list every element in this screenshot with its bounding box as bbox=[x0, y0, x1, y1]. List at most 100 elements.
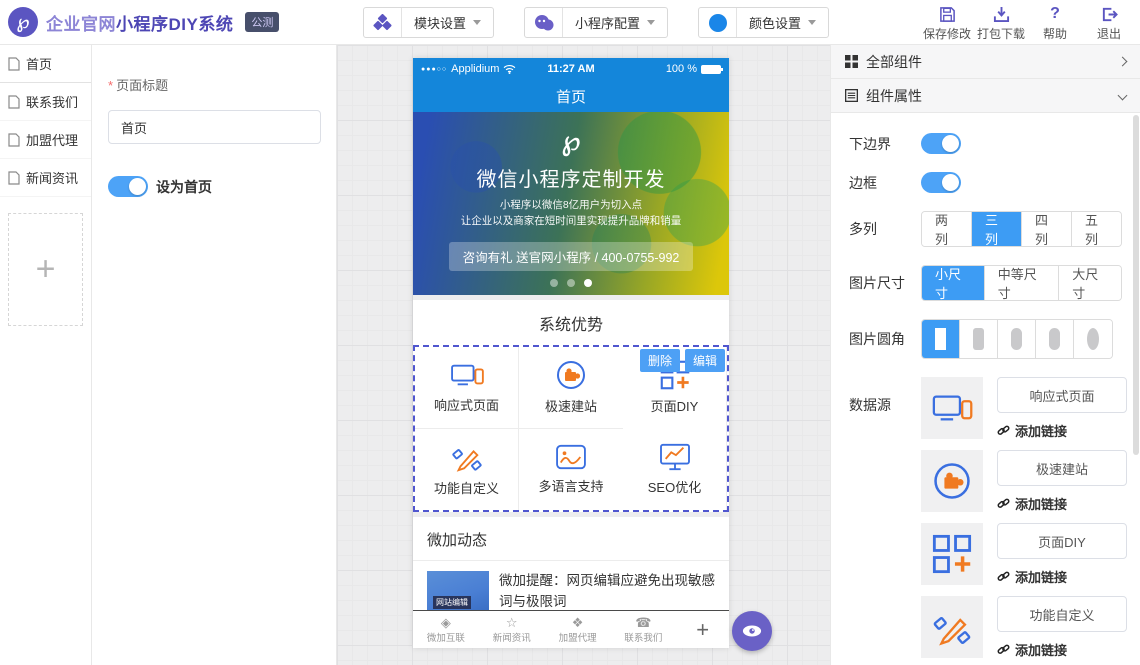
dropdown-label: 模块设置 bbox=[414, 13, 466, 32]
pages-sidebar: 首页 联系我们 加盟代理 新闻资讯 + bbox=[0, 45, 92, 665]
size-option-small[interactable]: 小尺寸 bbox=[922, 266, 985, 300]
radius-option-3[interactable] bbox=[1036, 320, 1074, 358]
plus-icon: + bbox=[36, 250, 56, 289]
battery-icon bbox=[701, 65, 721, 74]
phone-nav-bar[interactable]: 首页 bbox=[413, 80, 729, 112]
columns-option-5[interactable]: 五列 bbox=[1072, 212, 1121, 246]
exit-icon bbox=[1101, 5, 1118, 23]
wifi-icon bbox=[503, 64, 516, 74]
component-props-header[interactable]: 组件属性 bbox=[831, 79, 1140, 113]
page-diy-icon bbox=[921, 523, 983, 585]
banner-component[interactable]: ℘ 微信小程序定制开发 小程序以微信8亿用户为切入点 让企业以及商家在短时间里实… bbox=[413, 112, 729, 295]
tab-add-button[interactable]: + bbox=[676, 617, 729, 643]
chevron-down-icon bbox=[647, 20, 655, 25]
border-label: 边框 bbox=[849, 173, 921, 193]
chevron-down-icon bbox=[808, 20, 816, 25]
responsive-icon bbox=[449, 361, 485, 389]
grid-item-speed-build[interactable]: 极速建站 bbox=[519, 347, 623, 429]
app-logo-icon: ℘ bbox=[8, 7, 38, 37]
advantages-grid-component-selected[interactable]: 删除 编辑 响应式页面 极速建站 页面DIY 功能自定义 bbox=[413, 345, 729, 512]
download-button[interactable]: 打包下载 bbox=[974, 5, 1028, 42]
columns-option-4[interactable]: 四列 bbox=[1022, 212, 1072, 246]
color-settings-dropdown[interactable]: 颜色设置 bbox=[698, 7, 829, 38]
panel-scrollbar[interactable] bbox=[1133, 115, 1139, 455]
tab-agency[interactable]: ❖ 加盟代理 bbox=[545, 616, 611, 644]
columns-option-2[interactable]: 两列 bbox=[922, 212, 972, 246]
sidebar-item-contact[interactable]: 联系我们 bbox=[0, 83, 91, 121]
data-source-title-input[interactable] bbox=[997, 523, 1127, 559]
advantages-title[interactable]: 系统优势 bbox=[413, 300, 729, 345]
bottom-border-toggle[interactable] bbox=[921, 133, 961, 154]
add-link-button[interactable]: 添加链接 bbox=[997, 567, 1127, 586]
design-canvas[interactable]: ●●●○○ Applidium 11:27 AM 100 % 首页 ℘ 微信小程… bbox=[337, 45, 830, 665]
radius-option-4[interactable] bbox=[1074, 320, 1112, 358]
size-option-medium[interactable]: 中等尺寸 bbox=[985, 266, 1060, 300]
custom-func-icon bbox=[921, 596, 983, 658]
page-icon bbox=[8, 171, 20, 185]
add-page-button[interactable]: + bbox=[8, 213, 83, 326]
link-icon bbox=[997, 570, 1010, 583]
grid-item-custom-func[interactable]: 功能自定义 bbox=[415, 429, 519, 511]
list-icon bbox=[845, 89, 858, 102]
app-header: ℘ 企业官网小程序DIY系统 公测 模块设置 小程序配置 颜色设置 bbox=[0, 0, 1140, 45]
data-source-title-input[interactable] bbox=[997, 596, 1127, 632]
radius-option-2[interactable] bbox=[998, 320, 1036, 358]
data-source-row: 添加链接 bbox=[921, 450, 1127, 513]
star-icon: ☆ bbox=[506, 616, 518, 629]
radius-option-1[interactable] bbox=[960, 320, 998, 358]
custom-func-icon bbox=[451, 442, 483, 472]
add-link-button[interactable]: 添加链接 bbox=[997, 640, 1127, 659]
image-size-label: 图片尺寸 bbox=[849, 273, 921, 293]
set-home-toggle[interactable] bbox=[108, 176, 148, 197]
save-button[interactable]: 保存修改 bbox=[920, 5, 974, 42]
dot bbox=[550, 279, 558, 287]
selection-actions: 删除 编辑 bbox=[640, 349, 725, 372]
preview-button[interactable] bbox=[732, 611, 772, 651]
miniprogram-config-dropdown[interactable]: 小程序配置 bbox=[524, 7, 668, 38]
link-icon bbox=[997, 497, 1010, 510]
image-size-segmented-control: 小尺寸 中等尺寸 大尺寸 bbox=[921, 265, 1122, 301]
page-icon bbox=[8, 57, 20, 71]
header-actions: 保存修改 打包下载 ? 帮助 退出 bbox=[920, 5, 1136, 42]
sidebar-item-agency[interactable]: 加盟代理 bbox=[0, 121, 91, 159]
link-icon bbox=[997, 643, 1010, 656]
add-link-button[interactable]: 添加链接 bbox=[997, 494, 1127, 513]
data-source-title-input[interactable] bbox=[997, 450, 1127, 486]
data-source-row: 添加链接 bbox=[921, 523, 1127, 586]
chevron-down-icon bbox=[473, 20, 481, 25]
sidebar-item-news[interactable]: 新闻资讯 bbox=[0, 159, 91, 197]
all-components-header[interactable]: 全部组件 bbox=[831, 45, 1140, 79]
color-circle-icon bbox=[699, 8, 737, 37]
phone-tab-bar: ◈ 微加互联 ☆ 新闻资讯 ❖ 加盟代理 ☎ 联系我们 + bbox=[413, 610, 729, 648]
size-option-large[interactable]: 大尺寸 bbox=[1059, 266, 1121, 300]
columns-option-3[interactable]: 三列 bbox=[972, 212, 1022, 246]
bottom-border-label: 下边界 bbox=[849, 134, 921, 154]
signal-icon: ●●●○○ bbox=[421, 66, 447, 73]
exit-button[interactable]: 退出 bbox=[1082, 5, 1136, 42]
module-settings-dropdown[interactable]: 模块设置 bbox=[363, 7, 494, 38]
sidebar-item-home[interactable]: 首页 bbox=[0, 45, 91, 83]
banner-cta-button[interactable]: 咨询有礼 送官网小程序 / 400-0755-992 bbox=[449, 242, 694, 271]
help-icon: ? bbox=[1050, 5, 1060, 23]
border-toggle[interactable] bbox=[921, 172, 961, 193]
tab-contact[interactable]: ☎ 联系我们 bbox=[610, 616, 676, 644]
modules-icon bbox=[364, 8, 402, 37]
data-source-title-input[interactable] bbox=[997, 377, 1127, 413]
help-button[interactable]: ? 帮助 bbox=[1028, 5, 1082, 42]
tab-news[interactable]: ☆ 新闻资讯 bbox=[479, 616, 545, 644]
dot bbox=[567, 279, 575, 287]
add-link-button[interactable]: 添加链接 bbox=[997, 421, 1127, 440]
radius-option-0[interactable] bbox=[922, 320, 960, 358]
tab-weijia[interactable]: ◈ 微加互联 bbox=[413, 616, 479, 644]
delete-button[interactable]: 删除 bbox=[640, 349, 680, 372]
grid-item-seo[interactable]: SEO优化 bbox=[623, 429, 727, 511]
grid-item-responsive[interactable]: 响应式页面 bbox=[415, 347, 519, 429]
page-icon bbox=[8, 95, 20, 109]
news-item[interactable]: 网站编辑 微加提醒：网页编辑应避免出现敏感词与极限词 bbox=[413, 561, 729, 613]
page-icon bbox=[8, 133, 20, 147]
news-component[interactable]: 微加动态 网站编辑 微加提醒：网页编辑应避免出现敏感词与极限词 bbox=[413, 517, 729, 613]
page-title-input[interactable] bbox=[108, 110, 321, 144]
edit-button[interactable]: 编辑 bbox=[685, 349, 725, 372]
grid-item-multilang[interactable]: 多语言支持 bbox=[519, 429, 623, 511]
news-headline: 微加提醒：网页编辑应避免出现敏感词与极限词 bbox=[499, 571, 715, 613]
